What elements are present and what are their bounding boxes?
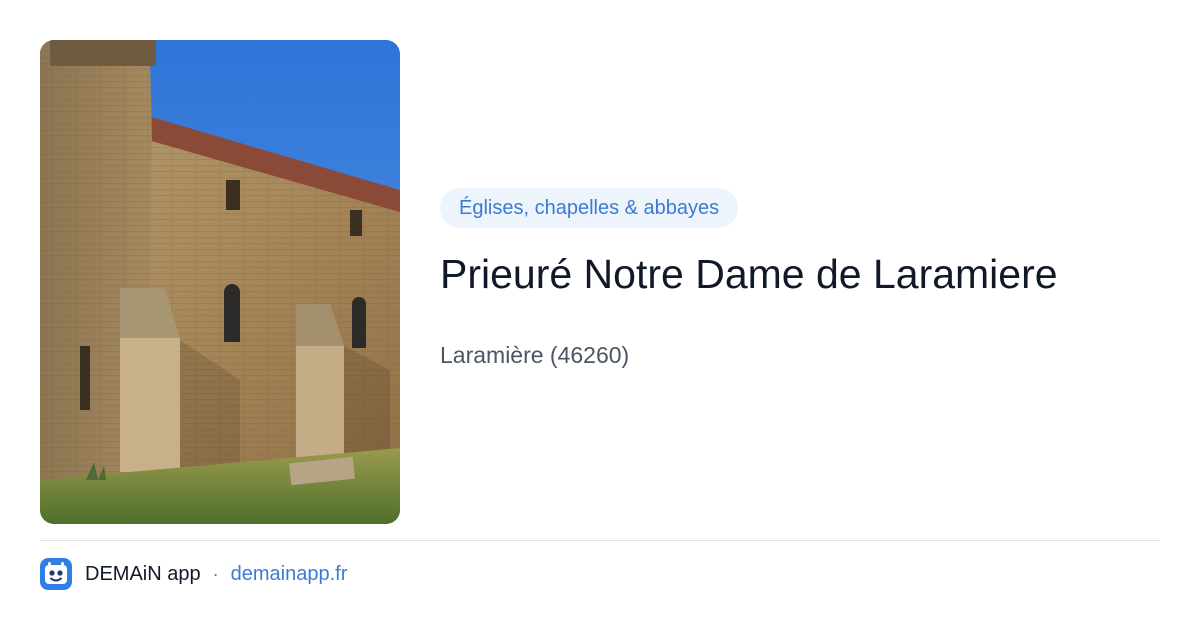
place-photo	[40, 40, 400, 524]
demain-app-logo-icon	[40, 558, 72, 590]
share-card: Églises, chapelles & abbayes Prieuré Not…	[0, 0, 1200, 630]
place-location: Laramière (46260)	[440, 342, 630, 368]
church-photo-illustration	[40, 40, 400, 524]
app-url-link[interactable]: demainapp.fr	[231, 563, 348, 586]
place-info: Églises, chapelles & abbayes Prieuré Not…	[440, 188, 1160, 370]
footer-separator: ·	[212, 563, 219, 584]
footer: DEMAiN app · demainapp.fr	[40, 558, 347, 590]
place-title: Prieuré Notre Dame de Laramiere	[440, 251, 1058, 297]
app-name: DEMAiN app	[85, 562, 201, 585]
category-chip[interactable]: Églises, chapelles & abbayes	[440, 188, 739, 228]
footer-divider	[40, 540, 1160, 541]
